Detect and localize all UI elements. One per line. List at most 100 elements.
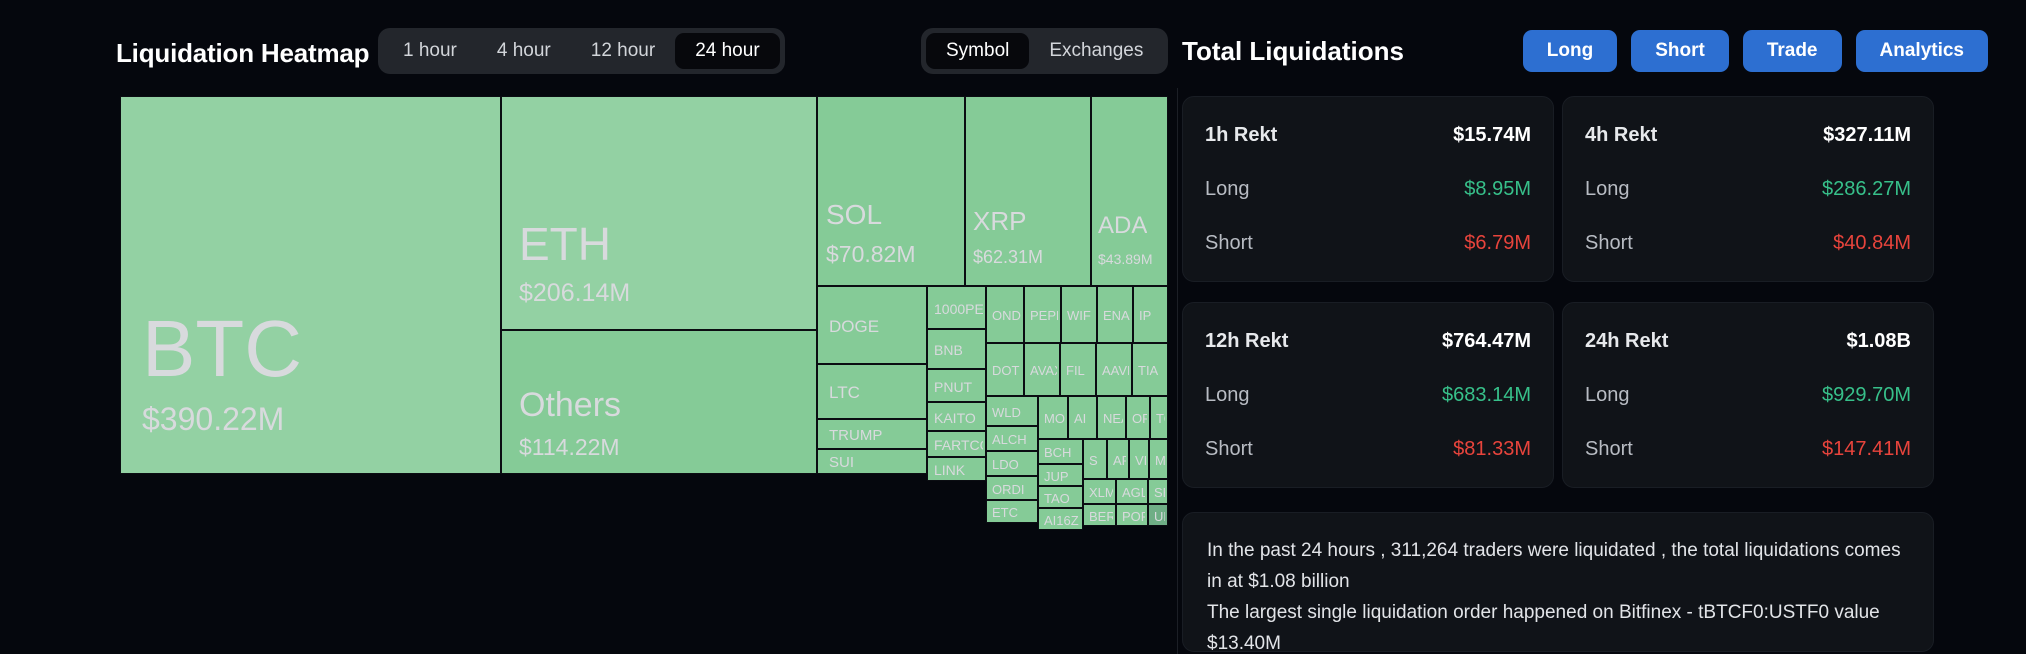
treemap-tile-ondo[interactable]: ONDO <box>986 286 1024 343</box>
treemap-tile-s[interactable]: S <box>1083 439 1107 479</box>
treemap-tile-symbol: PNUT <box>934 380 973 394</box>
treemap-tile-symbol: AI <box>1074 412 1087 425</box>
treemap-tile-symbol: AI16Z <box>1044 514 1079 527</box>
action-button-analytics[interactable]: Analytics <box>1855 30 1988 72</box>
treemap-tile-symbol: UNI <box>1154 510 1165 523</box>
rekt-card-24h: 24h Rekt $1.08B Long $929.70M Short $147.41M <box>1562 302 1934 488</box>
treemap-tile-kaito[interactable]: KAITO <box>927 402 986 431</box>
treemap-tile-symbol: ETH <box>519 221 611 267</box>
rekt-card-row: 24h Rekt $1.08B <box>1585 327 1911 355</box>
treemap-tile-tao[interactable]: TAO <box>1038 486 1083 508</box>
treemap-tile-symbol: OP <box>1132 412 1147 425</box>
treemap-tile-symbol: TAO <box>1044 492 1070 505</box>
treemap-tile-btc[interactable]: BTC $390.22M <box>120 96 501 474</box>
treemap-tile-ldo[interactable]: LDO <box>986 451 1038 476</box>
treemap-tile-symbol: TON <box>1156 412 1165 425</box>
treemap-tile-eth[interactable]: ETH $206.14M <box>501 96 817 330</box>
treemap-tile-value: $390.22M <box>142 403 285 435</box>
treemap-tile-link[interactable]: LINK <box>927 457 986 481</box>
rekt-short-value: $40.84M <box>1833 231 1911 254</box>
treemap-tile-sei[interactable]: SEI <box>1148 479 1168 504</box>
rekt-total-value: $15.74M <box>1453 123 1531 146</box>
treemap-tile-tia[interactable]: TIA <box>1132 343 1168 396</box>
treemap-tile-moodeng[interactable]: MOODENG <box>1038 396 1068 439</box>
grouping-button-exchanges[interactable]: Exchanges <box>1029 33 1163 69</box>
treemap-tile-symbol: SOL <box>826 201 883 229</box>
treemap-tile-apt[interactable]: APT <box>1107 439 1129 479</box>
treemap-tile-ton[interactable]: TON <box>1150 396 1168 439</box>
treemap-tile-ada[interactable]: ADA $43.89M <box>1091 96 1168 286</box>
treemap-tile-jup[interactable]: JUP <box>1038 464 1083 486</box>
treemap-tile-symbol: 1000PEPE <box>934 302 983 316</box>
treemap-tile-fartcoin[interactable]: FARTCOIN <box>927 431 986 457</box>
treemap-tile-pepe[interactable]: PEPE <box>1024 286 1061 343</box>
timeframe-segmented-control[interactable]: 1 hour 4 hour 12 hour 24 hour <box>378 28 785 74</box>
timeframe-button-1-hour[interactable]: 1 hour <box>383 33 477 69</box>
summary-line-2: The largest single liquidation order hap… <box>1207 602 1880 654</box>
treemap-tile-vine[interactable]: VINE <box>1129 439 1149 479</box>
grouping-button-symbol[interactable]: Symbol <box>926 33 1030 69</box>
treemap-tile-symbol: LINK <box>934 463 966 477</box>
treemap-tile-value: $70.82M <box>826 243 916 266</box>
treemap-tile-xlm[interactable]: XLM <box>1083 479 1116 504</box>
timeframe-button-12-hour[interactable]: 12 hour <box>571 33 675 69</box>
treemap-tile-etc[interactable]: ETC <box>986 500 1038 523</box>
liquidation-treemap[interactable]: BTC $390.22M ETH $206.14M Others $114.22M SOL $… <box>120 96 1168 574</box>
rekt-total-value: $764.47M <box>1442 329 1531 352</box>
action-button-trade[interactable]: Trade <box>1742 30 1842 72</box>
treemap-tile-fil[interactable]: FIL <box>1060 343 1096 396</box>
rekt-card-row: Long $929.70M <box>1585 381 1911 409</box>
treemap-tile-symbol: ORDI <box>992 483 1025 496</box>
treemap-tile-bera[interactable]: BERA <box>1083 504 1116 526</box>
treemap-tile-sui[interactable]: SUI <box>817 449 927 474</box>
treemap-tile-near[interactable]: NEAR <box>1097 396 1126 439</box>
treemap-tile-op[interactable]: OP <box>1126 396 1150 439</box>
timeframe-button-24-hour[interactable]: 24 hour <box>675 33 780 69</box>
rekt-short-label: Short <box>1585 231 1633 254</box>
treemap-tile-symbol: FIL <box>1066 364 1085 377</box>
treemap-tile-wld[interactable]: WLD <box>986 396 1038 426</box>
treemap-tile-ai[interactable]: AI <box>1068 396 1097 439</box>
timeframe-button-4-hour[interactable]: 4 hour <box>477 33 571 69</box>
treemap-tile-symbol: PEPE <box>1030 309 1058 322</box>
total-liquidations-title: Total Liquidations <box>1182 36 1404 66</box>
treemap-tile-aave[interactable]: AAVE <box>1096 343 1132 396</box>
treemap-tile-others[interactable]: Others $114.22M <box>501 330 817 474</box>
rekt-long-label: Long <box>1205 177 1250 200</box>
treemap-tile-popcat[interactable]: POPCAT <box>1116 504 1148 526</box>
treemap-tile-symbol: AAVE <box>1102 364 1129 377</box>
treemap-tile-1000pepe[interactable]: 1000PEPE <box>927 286 986 329</box>
treemap-tile-bnb[interactable]: BNB <box>927 329 986 369</box>
treemap-tile-ena[interactable]: ENA <box>1097 286 1133 343</box>
treemap-tile-symbol: IP <box>1139 309 1152 322</box>
treemap-tile-trump[interactable]: TRUMP <box>817 419 927 449</box>
rekt-short-value: $6.79M <box>1464 231 1531 254</box>
rekt-long-value: $683.14M <box>1442 383 1531 406</box>
treemap-tile-doge[interactable]: DOGE <box>817 286 927 364</box>
action-button-long[interactable]: Long <box>1522 30 1618 72</box>
treemap-tile-agld[interactable]: AGLD <box>1116 479 1148 504</box>
treemap-tile-uni[interactable]: UNI <box>1148 504 1168 526</box>
treemap-tile-pnut[interactable]: PNUT <box>927 369 986 402</box>
treemap-tile-symbol: XLM <box>1089 486 1113 499</box>
treemap-tile-wif[interactable]: WIF <box>1061 286 1097 343</box>
treemap-tile-ltc[interactable]: LTC <box>817 364 927 419</box>
grouping-segmented-control[interactable]: Symbol Exchanges <box>921 28 1169 74</box>
treemap-tile-bch[interactable]: BCH <box>1038 439 1083 464</box>
treemap-tile-melania[interactable]: MELANIA <box>1149 439 1168 479</box>
treemap-tile-dot[interactable]: DOT <box>986 343 1024 396</box>
treemap-tile-xrp[interactable]: XRP $62.31M <box>965 96 1091 286</box>
treemap-tile-symbol: AVAX <box>1030 364 1057 377</box>
rekt-card-row: Long $286.27M <box>1585 175 1911 203</box>
rekt-long-value: $929.70M <box>1822 383 1911 406</box>
treemap-tile-avax[interactable]: AVAX <box>1024 343 1060 396</box>
treemap-tile-ai16z[interactable]: AI16Z <box>1038 508 1083 530</box>
treemap-tile-ip[interactable]: IP <box>1133 286 1168 343</box>
treemap-tile-alch[interactable]: ALCH <box>986 426 1038 451</box>
treemap-tile-symbol: WIF <box>1067 309 1091 322</box>
treemap-tile-ordi[interactable]: ORDI <box>986 476 1038 500</box>
action-button-short[interactable]: Short <box>1631 30 1729 72</box>
treemap-tile-sol[interactable]: SOL $70.82M <box>817 96 965 286</box>
treemap-tile-symbol: BNB <box>934 343 963 357</box>
treemap-tile-symbol: ALCH <box>992 433 1027 446</box>
